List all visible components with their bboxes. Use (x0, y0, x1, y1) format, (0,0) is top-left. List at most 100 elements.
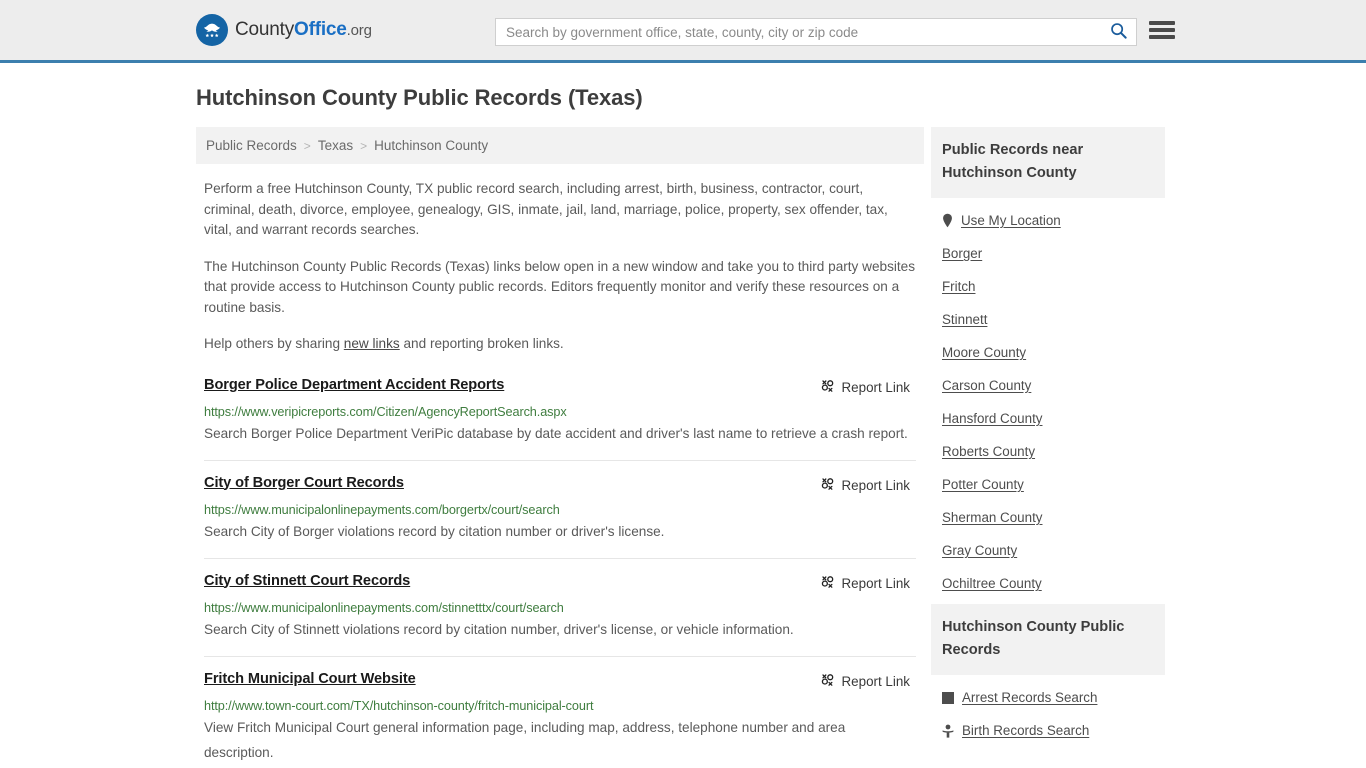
report-link-label: Report Link (841, 380, 910, 395)
report-link-button[interactable]: Report Link (820, 378, 910, 398)
eagle-seal-icon (196, 14, 228, 46)
sidebar-county-records-heading: Hutchinson County Public Records (931, 604, 1165, 675)
result-url[interactable]: https://www.municipalonlinepayments.com/… (204, 503, 916, 517)
sidebar-link-label[interactable]: Potter County (942, 477, 1024, 492)
map-pin-icon (942, 213, 953, 228)
result-url[interactable]: http://www.town-court.com/TX/hutchinson-… (204, 699, 916, 713)
result-header: City of Stinnett Court Records Report Li… (204, 573, 916, 594)
sidebar-county-records-list: Arrest Records Search Birth Records Sear… (931, 675, 1165, 747)
sidebar-item-potter-county[interactable]: Potter County (942, 468, 1154, 501)
logo-wordmark: CountyOffice.org (235, 19, 372, 41)
breadcrumb-separator: > (303, 138, 311, 153)
sidebar-link-label[interactable]: Gray County (942, 543, 1017, 558)
report-link-button[interactable]: Report Link (820, 574, 910, 594)
report-link-label: Report Link (841, 674, 910, 689)
new-links-link[interactable]: new links (344, 336, 400, 351)
result-header: City of Borger Court Records Report Link (204, 475, 916, 496)
hamburger-bar-3 (1149, 35, 1175, 39)
sidebar-link-label[interactable]: Moore County (942, 345, 1026, 360)
sidebar-item-stinnett[interactable]: Stinnett (942, 303, 1154, 336)
page-body: Hutchinson County Public Records (Texas)… (0, 63, 1366, 768)
content-row: Public Records > Texas > Hutchinson Coun… (0, 127, 1366, 768)
sidebar-item-hansford-county[interactable]: Hansford County (942, 402, 1154, 435)
result-item: City of Borger Court Records Report Link… (204, 475, 916, 559)
search-icon (1110, 22, 1127, 42)
sidebar-item-roberts-county[interactable]: Roberts County (942, 435, 1154, 468)
breadcrumb-item-texas[interactable]: Texas (318, 138, 353, 153)
sidebar-link-label[interactable]: Borger (942, 246, 982, 261)
intro-paragraph-2: The Hutchinson County Public Records (Te… (204, 258, 916, 315)
sidebar-item-fritch[interactable]: Fritch (942, 270, 1154, 303)
intro-p3-before: Help others by sharing (204, 336, 344, 351)
sidebar-item-gray-county[interactable]: Gray County (942, 534, 1154, 567)
report-link-label: Report Link (841, 576, 910, 591)
report-link-button[interactable]: Report Link (820, 476, 910, 496)
result-url[interactable]: https://www.municipalonlinepayments.com/… (204, 601, 916, 615)
result-description: Search City of Stinnett violations recor… (204, 621, 794, 637)
breadcrumb: Public Records > Texas > Hutchinson Coun… (196, 127, 924, 164)
site-header: CountyOffice.org (0, 0, 1366, 63)
sidebar-nearby-heading: Public Records near Hutchinson County (931, 127, 1165, 198)
intro-paragraph-1: Perform a free Hutchinson County, TX pub… (204, 181, 888, 237)
broken-link-icon (820, 476, 835, 496)
report-link-button[interactable]: Report Link (820, 672, 910, 692)
sidebar: Public Records near Hutchinson County Us… (931, 127, 1165, 751)
hamburger-bar-1 (1149, 21, 1175, 25)
result-title-link[interactable]: City of Borger Court Records (204, 475, 404, 491)
intro-p3-after: and reporting broken links. (399, 336, 564, 351)
intro-text: Perform a free Hutchinson County, TX pub… (196, 179, 924, 355)
result-title-link[interactable]: Borger Police Department Accident Report… (204, 377, 504, 393)
result-header: Fritch Municipal Court Website Report Li… (204, 671, 916, 692)
intro-paragraph-3: Help others by sharing new links and rep… (204, 334, 916, 355)
sidebar-item-moore-county[interactable]: Moore County (942, 336, 1154, 369)
result-description: View Fritch Municipal Court general info… (204, 719, 846, 760)
result-title-link[interactable]: Fritch Municipal Court Website (204, 671, 416, 687)
sidebar-card-nearby: Public Records near Hutchinson County Us… (931, 127, 1165, 600)
report-link-label: Report Link (841, 478, 910, 493)
breadcrumb-item-public-records[interactable]: Public Records (206, 138, 297, 153)
sidebar-link-label[interactable]: Roberts County (942, 444, 1035, 459)
breadcrumb-item-hutchinson-county[interactable]: Hutchinson County (374, 138, 488, 153)
broken-link-icon (820, 574, 835, 594)
result-item: City of Stinnett Court Records Report Li… (204, 573, 916, 657)
sidebar-link-label[interactable]: Sherman County (942, 510, 1042, 525)
sidebar-item-borger[interactable]: Borger (942, 237, 1154, 270)
result-header: Borger Police Department Accident Report… (204, 377, 916, 398)
sidebar-link-label[interactable]: Hansford County (942, 411, 1042, 426)
sidebar-link-label[interactable]: Birth Records Search (962, 723, 1089, 738)
search-bar (495, 18, 1137, 46)
search-button[interactable] (1100, 19, 1136, 45)
hamburger-bar-2 (1149, 28, 1175, 32)
sidebar-link-label[interactable]: Fritch (942, 279, 975, 294)
site-logo[interactable]: CountyOffice.org (196, 14, 372, 46)
sidebar-item-sherman-county[interactable]: Sherman County (942, 501, 1154, 534)
result-title-link[interactable]: City of Stinnett Court Records (204, 573, 410, 589)
sidebar-item-carson-county[interactable]: Carson County (942, 369, 1154, 402)
result-item: Fritch Municipal Court Website Report Li… (204, 671, 916, 768)
main-column: Public Records > Texas > Hutchinson Coun… (196, 127, 924, 768)
sidebar-item-use-my-location[interactable]: Use My Location (942, 198, 1154, 237)
sidebar-item-ochiltree-county[interactable]: Ochiltree County (942, 567, 1154, 600)
broken-link-icon (820, 672, 835, 692)
sidebar-card-county-records: Hutchinson County Public Records Arrest … (931, 604, 1165, 747)
logo-text-office: Office (294, 19, 347, 40)
sidebar-link-label[interactable]: Ochiltree County (942, 576, 1042, 591)
result-description: Search City of Borger violations record … (204, 523, 665, 539)
sidebar-link-label[interactable]: Arrest Records Search (962, 690, 1097, 705)
search-input[interactable] (496, 19, 1100, 45)
hamburger-menu-icon[interactable] (1149, 19, 1175, 41)
sidebar-link-label[interactable]: Carson County (942, 378, 1031, 393)
baby-icon (942, 724, 954, 738)
result-url[interactable]: https://www.veripicreports.com/Citizen/A… (204, 405, 916, 419)
logo-text-county: County (235, 19, 295, 40)
page-title: Hutchinson County Public Records (Texas) (196, 85, 643, 110)
sidebar-item-arrest-records-search[interactable]: Arrest Records Search (942, 675, 1154, 714)
result-item: Borger Police Department Accident Report… (204, 377, 916, 461)
fingerprint-square-icon (942, 691, 954, 704)
result-description: Search Borger Police Department VeriPic … (204, 425, 908, 441)
sidebar-item-birth-records-search[interactable]: Birth Records Search (942, 714, 1154, 747)
sidebar-link-label[interactable]: Stinnett (942, 312, 987, 327)
sidebar-link-label[interactable]: Use My Location (961, 213, 1061, 228)
broken-link-icon (820, 378, 835, 398)
sidebar-nearby-list: Use My Location Borger Fritch Stinnett M… (931, 198, 1165, 600)
